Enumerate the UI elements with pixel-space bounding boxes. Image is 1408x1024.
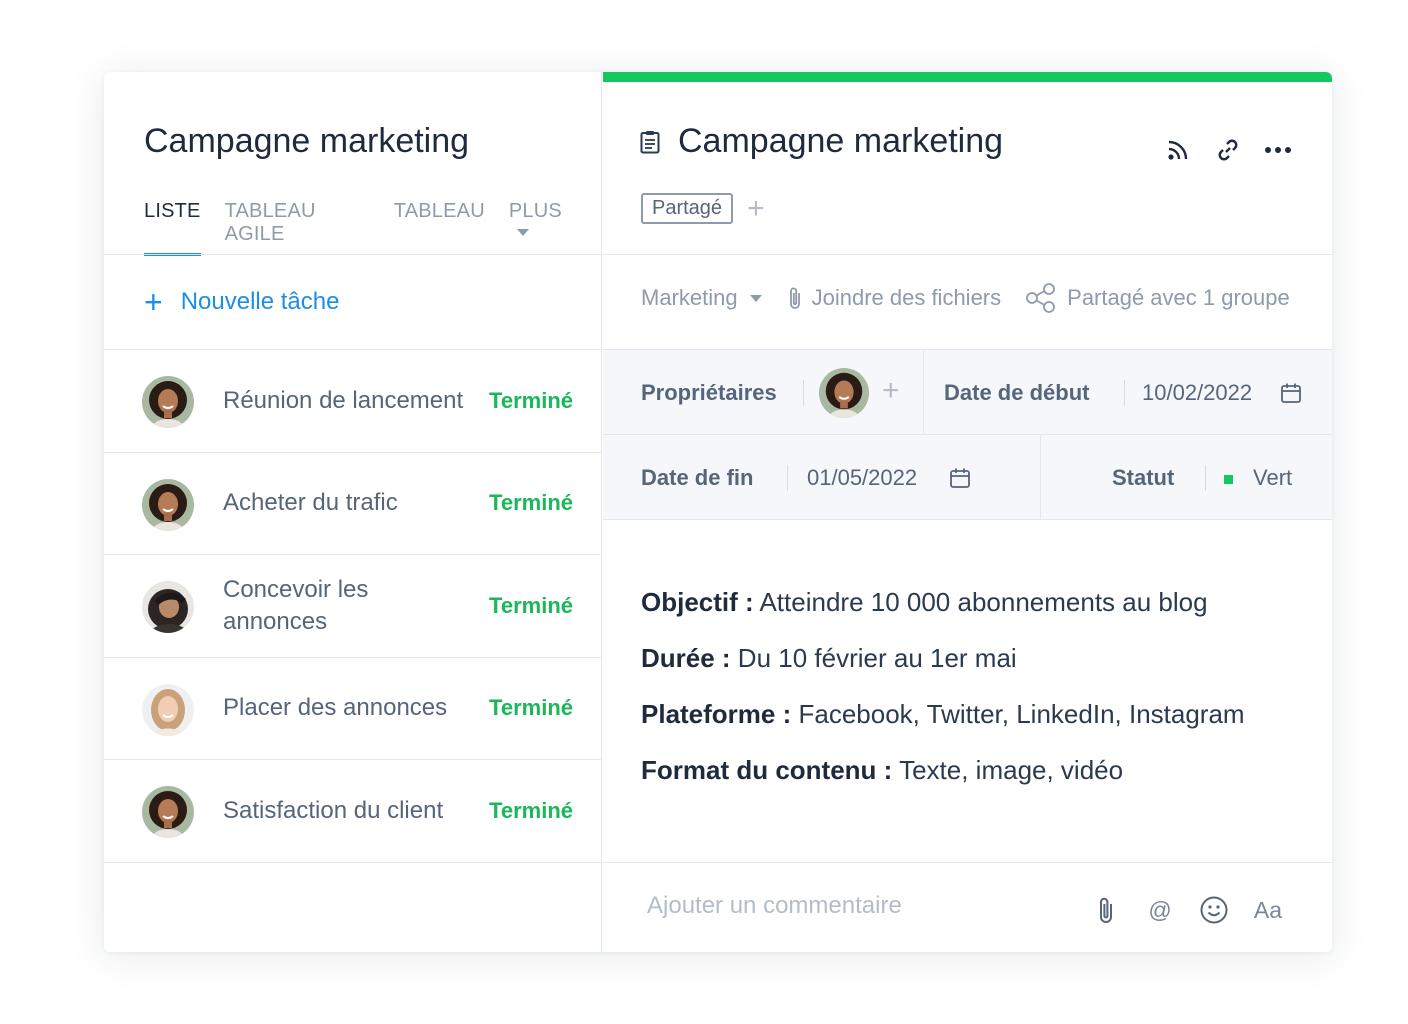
task-row[interactable]: Acheter du trafic Terminé (104, 453, 601, 555)
add-owner-button[interactable]: + (882, 376, 900, 406)
document-icon (640, 131, 660, 154)
shared-with-button[interactable]: Partagé avec 1 groupe (1025, 282, 1290, 314)
task-description[interactable]: Objectif : Atteindre 10 000 abonnements … (641, 587, 1245, 811)
comment-toolbar: @ Aa (1088, 894, 1286, 926)
list-panel-title: Campagne marketing (144, 122, 470, 160)
avatar (142, 581, 194, 633)
task-row[interactable]: Réunion de lancement Terminé (104, 350, 601, 453)
tab-tableau[interactable]: TABLEAU (394, 200, 485, 256)
text-format-button[interactable]: Aa (1250, 894, 1286, 926)
start-date-value[interactable]: 10/02/2022 (1142, 380, 1252, 406)
mention-icon[interactable]: @ (1142, 894, 1178, 926)
task-name: Concevoir les annonces (223, 575, 369, 635)
divider (104, 254, 601, 255)
start-date-label: Date de début (944, 380, 1090, 405)
divider (787, 465, 788, 491)
owners-label: Propriétaires (641, 380, 777, 405)
divider (923, 350, 924, 435)
link-icon[interactable] (1214, 136, 1242, 164)
task-name: Réunion de lancement (223, 386, 464, 414)
description-line: Plateforme : Facebook, Twitter, LinkedIn… (641, 699, 1245, 729)
avatar (142, 683, 194, 736)
comment-input[interactable] (647, 892, 1067, 920)
status-color-dot (1224, 475, 1233, 484)
new-task-button[interactable]: + Nouvelle tâche (144, 284, 340, 320)
tag-row: Partagé + (641, 193, 765, 224)
task-status: Terminé (489, 797, 573, 823)
page-title: Campagne marketing (678, 122, 1004, 160)
calendar-icon[interactable] (949, 467, 971, 489)
status-value[interactable]: Vert (1253, 465, 1292, 491)
end-date-label: Date de fin (641, 465, 754, 490)
avatar[interactable] (819, 368, 869, 418)
plus-icon: + (144, 284, 163, 320)
divider (1124, 380, 1125, 406)
tab-tableau-agile[interactable]: TABLEAU AGILE (225, 200, 370, 256)
attach-files-button[interactable]: Joindre des fichiers (788, 285, 1002, 311)
share-icon (1025, 282, 1057, 314)
chevron-down-icon (749, 294, 762, 302)
description-line: Objectif : Atteindre 10 000 abonnements … (641, 587, 1208, 617)
task-name: Acheter du trafic (223, 489, 398, 517)
properties-panel: Propriétaires + Date de début 10/02/2022… (603, 349, 1332, 520)
task-row[interactable]: Concevoir les annonces Terminé (104, 555, 601, 658)
project-card: Campagne marketing LISTE TABLEAU AGILE T… (104, 72, 1332, 952)
attach-label: Joindre des fichiers (811, 285, 1002, 310)
task-status: Terminé (489, 695, 573, 721)
divider (603, 254, 1332, 255)
task-row[interactable]: Satisfaction du client Terminé (104, 760, 601, 863)
add-tag-button[interactable]: + (747, 193, 765, 223)
task-detail-panel: Campagne marketing Partagé + Marketing J… (603, 72, 1332, 952)
task-list-panel: Campagne marketing LISTE TABLEAU AGILE T… (104, 72, 602, 952)
task-name: Placer des annonces (223, 694, 448, 722)
smiley-icon[interactable] (1196, 894, 1232, 926)
rss-icon[interactable] (1164, 136, 1192, 164)
status-label: Statut (1112, 465, 1175, 490)
task-status: Terminé (489, 490, 573, 516)
avatar (142, 376, 194, 428)
end-date-value[interactable]: 01/05/2022 (807, 465, 917, 491)
properties-row: Propriétaires + Date de début 10/02/2022 (603, 350, 1332, 435)
description-line: Format du contenu : Texte, image, vidéo (641, 755, 1124, 785)
new-task-label: Nouvelle tâche (180, 288, 340, 315)
status-color-bar (603, 72, 1332, 82)
task-row[interactable]: Placer des annonces Terminé (104, 658, 601, 760)
task-status: Terminé (489, 592, 573, 618)
more-icon[interactable] (1264, 136, 1292, 164)
meta-row: Marketing Joindre des fichiers Partagé a… (641, 282, 1290, 314)
task-status: Terminé (489, 387, 573, 413)
avatar (142, 786, 194, 838)
calendar-icon[interactable] (1280, 382, 1302, 404)
header-actions (1164, 136, 1292, 164)
paperclip-icon (788, 285, 802, 311)
properties-row: Date de fin 01/05/2022 Statut Vert (603, 435, 1332, 520)
description-line: Durée : Du 10 février au 1er mai (641, 643, 1017, 673)
divider (1040, 435, 1041, 520)
view-tabs: LISTE TABLEAU AGILE TABLEAU PLUS (144, 200, 601, 256)
divider (803, 380, 804, 406)
avatar (142, 478, 194, 531)
divider (603, 862, 1332, 863)
divider (1205, 465, 1206, 491)
chevron-down-icon (516, 229, 529, 237)
paperclip-icon[interactable] (1088, 894, 1124, 926)
tab-liste[interactable]: LISTE (144, 200, 201, 256)
task-name: Satisfaction du client (223, 796, 444, 824)
tab-plus[interactable]: PLUS (509, 200, 577, 256)
shared-with-label: Partagé avec 1 groupe (1067, 285, 1290, 310)
task-list: Réunion de lancement Terminé Acheter du … (104, 350, 601, 863)
folder-dropdown[interactable]: Marketing (641, 285, 762, 311)
folder-label: Marketing (641, 285, 738, 310)
shared-tag[interactable]: Partagé (641, 193, 734, 224)
